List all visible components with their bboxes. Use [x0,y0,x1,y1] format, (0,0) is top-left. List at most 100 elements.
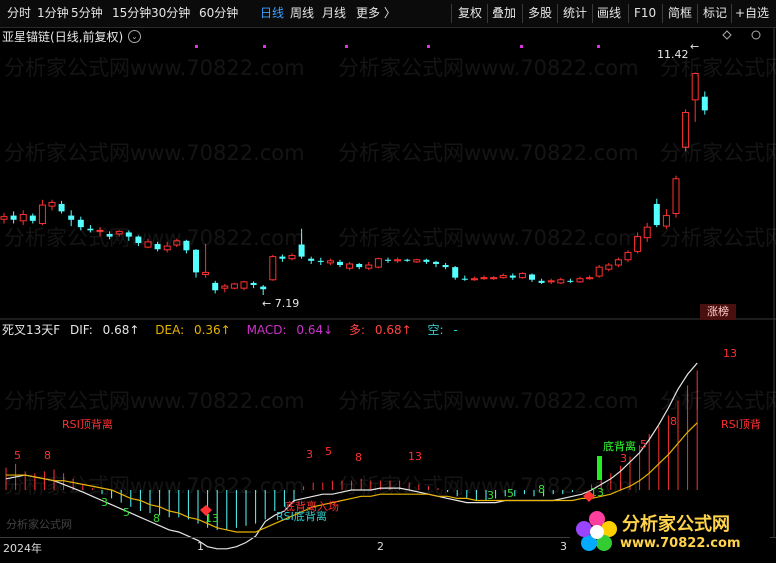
candle-body [115,230,123,235]
candle-body [662,215,670,227]
macd-label: MACD: [246,323,287,337]
candle-body [643,226,651,239]
candle-body [38,204,46,224]
candle-body [624,251,632,261]
kline-chart: 11.42←← 7.19RSI顶背离 RSI顶背RSI底背离底背离底背离入场35 8… [0,28,776,550]
candle-body [576,278,584,283]
diamond-icon [722,30,732,40]
count-label: 13 [723,347,737,360]
candle-body [154,243,161,250]
count-label: 3 [620,452,627,465]
candle-body [87,228,94,231]
count-label: 8 [670,415,677,428]
rsi-top-divergence-label: RSI顶背离 [62,417,113,431]
signal-dot [427,45,430,48]
count-label: 13 [408,450,422,463]
candle-body [230,283,238,289]
candle-body [413,259,421,263]
candle-body [96,229,104,232]
candle-body [135,236,142,243]
entry-signal-label: 底背离入场 [284,499,339,513]
candle-body [557,279,565,284]
candle-body [404,259,411,261]
indicator-row: 死叉13天F DIF: 0.68↑ DEA: 0.36↑ MACD: 0.64↓… [2,321,470,338]
candle-body [499,275,507,279]
candle-body [547,280,555,283]
count-label: 8 [153,512,160,525]
candle-body [442,265,449,268]
price-low-label: ← 7.19 [262,297,299,310]
candle-body [193,249,199,273]
candle-body [337,261,343,266]
candle-body [19,214,27,222]
count-label: 5 [123,506,130,519]
dea-value: 0.36↑ [193,323,231,337]
x-tick-label: 1 [197,540,204,553]
signal-bar [597,456,602,480]
dif-label: DIF: [70,323,93,337]
candle-body [634,236,642,252]
count-label: 3 [306,448,313,461]
candle-body [269,256,277,281]
signal-dot [520,45,523,48]
candle-body [250,282,257,286]
indicator-name[interactable]: 死叉13天F [2,323,60,337]
rank-badge[interactable]: 涨榜 [700,304,736,320]
candle-body [605,264,613,270]
candle-body [480,277,488,280]
flower-logo-icon [576,511,617,551]
candle-body [356,263,363,268]
duo-label: 多: [349,323,366,337]
candle-body [614,259,622,266]
candle-body [385,259,391,261]
dif-value: 0.68↑ [102,323,140,337]
logo-url: www.70822.com [620,536,741,551]
candle-body [0,216,8,220]
candle-body [672,178,680,214]
count-label: 8 [538,483,545,496]
signal-dot [263,45,266,48]
candle-body [374,258,382,268]
candle-body [68,215,75,220]
candle-body [509,275,516,278]
count-label: 8 [355,451,362,464]
circle-icon [751,30,761,40]
candle-body [461,278,468,280]
signal-dot [195,45,198,48]
candle-body [682,111,690,148]
candle-body [691,73,699,101]
logo-title: 分析家公式网 [622,514,730,535]
candle-body [163,245,171,251]
x-tick-label: 3 [560,540,567,553]
candle-body [586,277,594,280]
candle-body [423,259,430,262]
candle-body [518,272,526,279]
x-tick-label: 2 [377,540,384,553]
count-label: 5 [14,449,21,462]
candle-body [202,271,210,275]
price-high-label: 11.42 [657,48,689,61]
candle-body [346,263,354,269]
candle-body [326,260,334,264]
count-label: 3 [487,489,494,502]
candle-body [10,215,17,220]
candle-body [48,201,56,207]
candle-body [298,244,305,257]
candle-body [183,240,190,251]
signal-dot [597,45,600,48]
candle-body [77,219,84,228]
candle-body [106,233,113,237]
candle-body [288,255,296,260]
candle-body [701,96,708,111]
candle-body [240,281,248,289]
candle-body [433,261,439,264]
candle-body [538,280,545,283]
bottom-divergence-label: 底背离 [603,439,636,453]
count-label: 5 [507,487,514,500]
candle-body [29,215,36,221]
count-label: 8 [44,449,51,462]
candle-body [308,258,315,261]
candle-body [394,259,402,262]
rsi-top-divergence-label: RSI顶背 [721,417,761,431]
candle-body [212,282,219,291]
